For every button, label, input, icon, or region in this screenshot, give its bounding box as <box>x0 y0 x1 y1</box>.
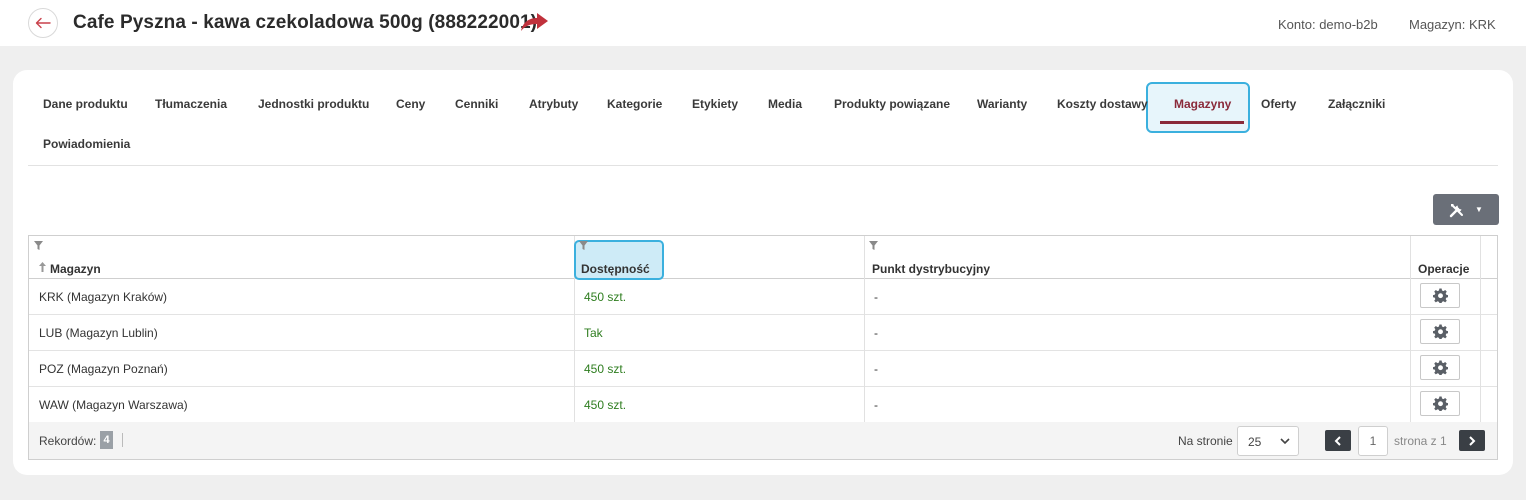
page-number-input[interactable]: 1 <box>1358 426 1388 456</box>
tab-atrybuty[interactable]: Atrybuty <box>529 97 578 111</box>
tab-media[interactable]: Media <box>768 97 802 111</box>
gear-icon <box>1432 360 1448 375</box>
warehouses-table: Magazyn Dostępność Punkt dystrybucyjny O… <box>28 235 1498 460</box>
cell-distribution-point: - <box>874 398 878 412</box>
tab-oferty[interactable]: Oferty <box>1261 97 1296 111</box>
gear-icon <box>1432 288 1448 303</box>
prev-page-button[interactable] <box>1325 430 1351 451</box>
next-page-button[interactable] <box>1459 430 1485 451</box>
tab-kategorie[interactable]: Kategorie <box>607 97 662 111</box>
cell-availability: 450 szt. <box>584 290 627 304</box>
filter-icon[interactable] <box>579 241 588 250</box>
content-card: Dane produktu Tłumaczenia Jednostki prod… <box>13 70 1513 475</box>
tab-dane-produktu[interactable]: Dane produktu <box>43 97 128 111</box>
tab-cenniki[interactable]: Cenniki <box>455 97 498 111</box>
row-settings-button[interactable] <box>1420 319 1460 344</box>
table-row: LUB (Magazyn Lublin) Tak - <box>29 315 1497 351</box>
table-row: WAW (Magazyn Warszawa) 450 szt. - <box>29 387 1497 423</box>
gear-icon <box>1432 324 1448 339</box>
cell-warehouse: LUB (Magazyn Lublin) <box>39 326 158 340</box>
cell-distribution-point: - <box>874 290 878 304</box>
chevron-left-icon <box>1334 435 1341 446</box>
records-label: Rekordów: <box>39 434 97 448</box>
row-settings-button[interactable] <box>1420 283 1460 308</box>
per-page-label: Na stronie <box>1178 434 1233 448</box>
tab-powiadomienia[interactable]: Powiadomienia <box>43 137 130 151</box>
tab-jednostki-produktu[interactable]: Jednostki produktu <box>258 97 369 111</box>
page-of-label: strona z 1 <box>1394 434 1447 448</box>
column-header-operacje: Operacje <box>1418 262 1470 276</box>
table-header: Magazyn Dostępność Punkt dystrybucyjny O… <box>29 236 1497 280</box>
cell-distribution-point: - <box>874 326 878 340</box>
tab-magazyny[interactable]: Magazyny <box>1174 97 1231 111</box>
per-page-select[interactable]: 25 <box>1237 426 1299 456</box>
column-header-magazyn[interactable]: Magazyn <box>50 262 101 276</box>
tab-ceny[interactable]: Ceny <box>396 97 425 111</box>
tools-button[interactable]: ▼ <box>1433 194 1499 225</box>
cell-distribution-point: - <box>874 362 878 376</box>
active-tab-underline <box>1160 121 1244 124</box>
account-label: Konto: demo-b2b <box>1278 17 1378 32</box>
sort-up-icon[interactable] <box>39 262 46 272</box>
caret-down-icon: ▼ <box>1475 205 1483 214</box>
column-header-punkt-dystrybucyjny[interactable]: Punkt dystrybucyjny <box>872 262 990 276</box>
cell-availability: Tak <box>584 326 603 340</box>
arrow-left-icon <box>35 17 51 29</box>
top-header: Cafe Pyszna - kawa czekoladowa 500g (888… <box>0 0 1526 46</box>
cell-warehouse: KRK (Magazyn Kraków) <box>39 290 168 304</box>
cell-warehouse: POZ (Magazyn Poznań) <box>39 362 168 376</box>
row-settings-button[interactable] <box>1420 355 1460 380</box>
tab-etykiety[interactable]: Etykiety <box>692 97 738 111</box>
tab-koszty-dostawy[interactable]: Koszty dostawy <box>1057 97 1148 111</box>
back-button[interactable] <box>28 8 58 38</box>
tab-produkty-powiazane[interactable]: Produkty powiązane <box>834 97 950 111</box>
tools-icon <box>1449 203 1464 217</box>
chevron-right-icon <box>1469 435 1476 446</box>
warehouse-label: Magazyn: KRK <box>1409 17 1496 32</box>
table-row: POZ (Magazyn Poznań) 450 szt. - <box>29 351 1497 387</box>
records-count-badge: 4 <box>100 431 113 449</box>
gear-icon <box>1432 396 1448 411</box>
filter-icon[interactable] <box>869 241 878 250</box>
filter-icon[interactable] <box>34 241 43 250</box>
cell-availability: 450 szt. <box>584 362 627 376</box>
tab-warianty[interactable]: Warianty <box>977 97 1027 111</box>
cell-warehouse: WAW (Magazyn Warszawa) <box>39 398 188 412</box>
page-title: Cafe Pyszna - kawa czekoladowa 500g (888… <box>73 12 538 33</box>
share-arrow-icon[interactable] <box>519 11 549 33</box>
table-footer: Rekordów: 4 Na stronie 25 1 strona z 1 <box>29 422 1497 459</box>
cell-availability: 450 szt. <box>584 398 627 412</box>
tab-bar: Dane produktu Tłumaczenia Jednostki prod… <box>28 82 1498 166</box>
table-row: KRK (Magazyn Kraków) 450 szt. - <box>29 279 1497 315</box>
per-page-value: 25 <box>1248 435 1262 449</box>
column-header-dostepnosc[interactable]: Dostępność <box>581 262 650 276</box>
tab-tlumaczenia[interactable]: Tłumaczenia <box>155 97 227 111</box>
tab-zalaczniki[interactable]: Załączniki <box>1328 97 1385 111</box>
row-settings-button[interactable] <box>1420 391 1460 416</box>
chevron-down-icon <box>1280 438 1290 445</box>
